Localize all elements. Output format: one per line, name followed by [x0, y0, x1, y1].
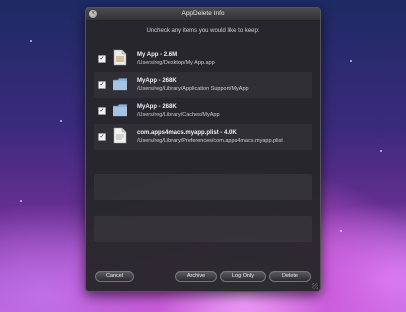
list-item: ✓ MyApp - 268K /Users/reg/Library/Applic…	[94, 72, 312, 98]
list-item: ✓ MyApp - 268K /Users/reg/Library/Caches…	[94, 98, 312, 124]
list-item: ✓ com.apps4macs.myapp.plist - 4.0K /User…	[94, 124, 312, 150]
folder-icon	[113, 104, 127, 117]
desktop-star	[350, 60, 352, 62]
keep-checkbox[interactable]: ✓	[98, 107, 106, 115]
keep-checkbox[interactable]: ✓	[98, 55, 106, 63]
desktop-star	[30, 40, 32, 42]
desktop-star	[380, 150, 382, 152]
app-document-icon	[113, 49, 127, 66]
item-path: /Users/reg/Library/Preferences/com.apps4…	[137, 138, 283, 144]
item-path: /Users/reg/Desktop/My App.app	[137, 60, 215, 66]
delete-button[interactable]: Delete	[269, 271, 311, 282]
cancel-button[interactable]: Cancel	[95, 271, 134, 282]
archive-button[interactable]: Archive	[175, 271, 217, 282]
list-item: ✓ My App - 2.6M /Users/reg/Desktop/My Ap…	[94, 46, 312, 72]
desktop-star	[60, 120, 62, 122]
log-only-button[interactable]: Log Only	[220, 271, 266, 282]
item-name: MyApp - 268K	[137, 104, 177, 110]
empty-list-row	[94, 216, 312, 242]
plist-document-icon	[113, 127, 127, 144]
desktop-star	[340, 230, 342, 232]
item-name: MyApp - 268K	[137, 78, 177, 84]
folder-icon	[113, 78, 127, 91]
resize-handle[interactable]	[312, 283, 318, 289]
desktop-star	[20, 200, 22, 202]
item-path: /Users/reg/Library/Application Support/M…	[137, 86, 249, 92]
empty-list-row	[94, 174, 312, 200]
appdelete-info-window: × AppDelete Info Uncheck any items you w…	[85, 7, 321, 292]
item-path: /Users/reg/Library/Caches/MyApp	[137, 112, 220, 118]
instructions-text: Uncheck any items you would like to keep…	[146, 28, 260, 34]
keep-checkbox[interactable]: ✓	[98, 81, 106, 89]
title-bar: × AppDelete Info	[86, 8, 320, 21]
keep-checkbox[interactable]: ✓	[98, 133, 106, 141]
items-list: ✓ My App - 2.6M /Users/reg/Desktop/My Ap…	[94, 44, 312, 249]
window-title: AppDelete Info	[181, 10, 225, 17]
item-name: My App - 2.6M	[137, 52, 178, 58]
item-name: com.apps4macs.myapp.plist - 4.0K	[137, 130, 237, 136]
